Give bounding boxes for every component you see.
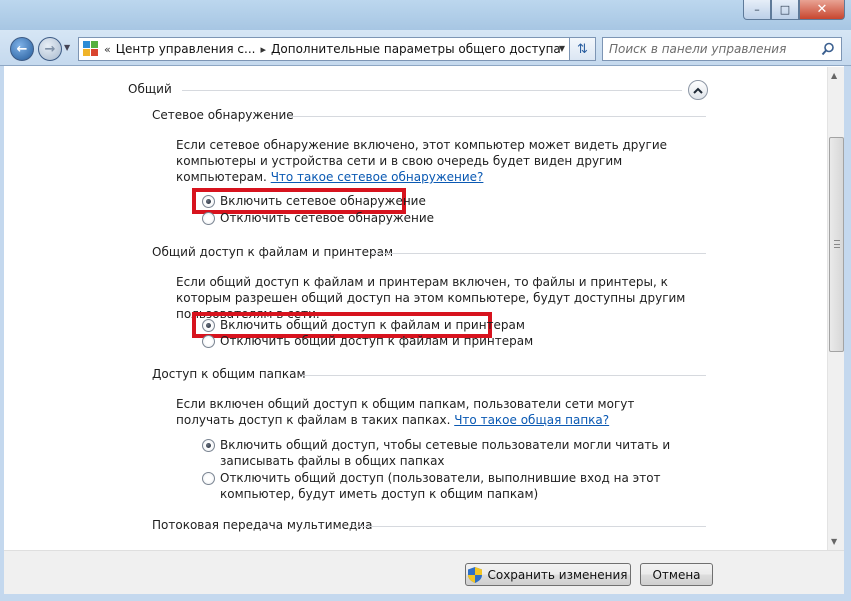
scroll-up-icon[interactable]: ▲ [831,71,837,80]
breadcrumb-arrow-icon[interactable]: ▸ [260,43,266,56]
network-discovery-on-label: Включить сетевое обнаружение [220,194,426,208]
file-sharing-title: Общий доступ к файлам и принтерам [152,245,394,259]
file-sharing-on-option[interactable]: Включить общий доступ к файлам и принтер… [202,317,525,333]
public-folders-off-label: Отключить общий доступ (пользователи, вы… [220,471,661,501]
public-folders-on-radio[interactable] [202,439,215,452]
back-button[interactable]: ← [10,37,34,61]
control-panel-icon [83,41,99,57]
collapse-profile-button[interactable] [688,80,708,100]
address-bar[interactable]: « Центр управления с... ▸ Дополнительные… [78,37,570,61]
media-streaming-divider [352,526,706,527]
public-folders-description: Если включен общий доступ к общим папкам… [176,397,635,427]
arrow-left-icon: ← [16,41,28,57]
search-input[interactable] [609,39,819,59]
address-dropdown-icon[interactable]: ▼ [559,44,565,53]
file-sharing-on-radio[interactable] [202,319,215,332]
breadcrumb-overflow[interactable]: « [104,43,111,56]
window-titlebar[interactable]: – □ ✕ [0,0,851,30]
maximize-button[interactable]: □ [771,0,799,20]
caption-buttons: – □ ✕ [743,0,845,20]
public-folders-off-option[interactable]: Отключить общий доступ (пользователи, вы… [202,470,692,502]
forward-button[interactable]: → [38,37,62,61]
public-folders-on-option[interactable]: Включить общий доступ, чтобы сетевые пол… [202,437,692,469]
recent-pages-dropdown[interactable]: ▼ [64,43,70,52]
navigation-bar: ← → ▼ « Центр управления с... ▸ Дополнит… [0,30,851,66]
profile-title: Общий [128,82,172,96]
file-sharing-off-option[interactable]: Отключить общий доступ к файлам и принте… [202,333,533,349]
breadcrumb-control-panel[interactable]: Центр управления с... [116,42,256,56]
network-discovery-off-label: Отключить сетевое обнаружение [220,211,435,225]
minimize-button[interactable]: – [743,0,771,20]
file-sharing-divider [372,253,706,254]
cancel-label: Отмена [652,567,701,582]
network-discovery-off-radio[interactable] [202,212,215,225]
arrow-right-icon: → [44,41,56,57]
file-sharing-on-label: Включить общий доступ к файлам и принтер… [220,318,525,332]
public-folders-help-link[interactable]: Что такое общая папка? [454,413,609,427]
network-discovery-on-radio[interactable] [202,195,215,208]
public-folders-divider [302,375,706,376]
profile-divider [182,90,682,91]
search-icon[interactable] [821,42,835,56]
refresh-button[interactable]: ⇅ [570,37,596,61]
file-sharing-off-label: Отключить общий доступ к файлам и принте… [220,334,534,348]
chevron-up-icon [693,87,703,94]
settings-content: Общий Сетевое обнаружение Если сетевое о… [4,67,827,550]
vertical-scrollbar[interactable]: ▲ ▼ [827,67,844,550]
window-frame-left [0,66,4,601]
file-sharing-off-radio[interactable] [202,335,215,348]
window-frame-bottom [0,594,851,601]
network-discovery-help-link[interactable]: Что такое сетевое обнаружение? [271,170,484,184]
scroll-down-icon[interactable]: ▼ [831,537,837,546]
uac-shield-icon [468,566,483,583]
network-discovery-divider [288,116,706,117]
refresh-icon: ⇅ [577,41,588,57]
network-discovery-on-option[interactable]: Включить сетевое обнаружение [202,193,426,209]
public-folders-off-radio[interactable] [202,472,215,485]
breadcrumb-advanced-sharing[interactable]: Дополнительные параметры общего доступа [271,42,561,56]
public-folders-on-label: Включить общий доступ, чтобы сетевые пол… [220,438,671,468]
close-button[interactable]: ✕ [799,0,845,20]
scrollbar-thumb[interactable] [829,137,844,352]
search-box[interactable] [602,37,842,61]
network-discovery-title: Сетевое обнаружение [152,108,294,122]
network-discovery-off-option[interactable]: Отключить сетевое обнаружение [202,210,434,226]
media-streaming-title: Потоковая передача мультимедиа [152,518,373,532]
save-changes-label: Сохранить изменения [487,567,628,582]
window-frame-right [844,66,851,601]
public-folders-title: Доступ к общим папкам [152,367,306,381]
dialog-footer: Сохранить изменения Отмена [4,550,844,594]
save-changes-button[interactable]: Сохранить изменения [465,563,631,586]
cancel-button[interactable]: Отмена [640,563,713,586]
network-discovery-description: Если сетевое обнаружение включено, этот … [176,138,668,184]
